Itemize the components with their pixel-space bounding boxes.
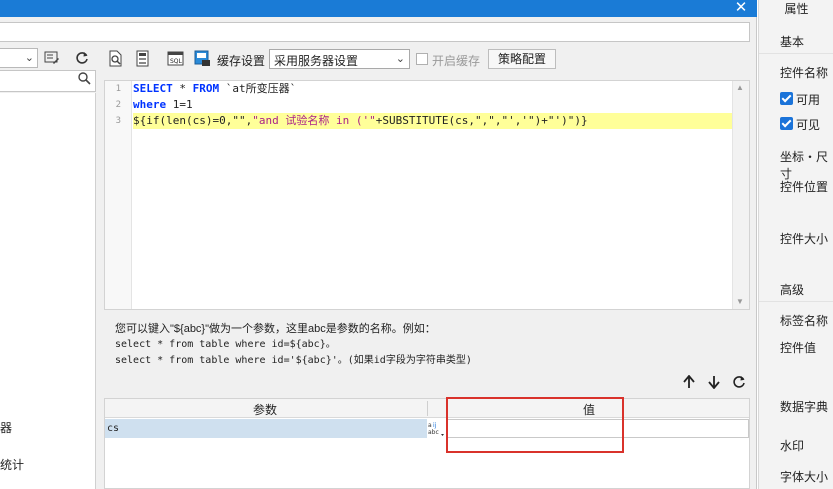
chevron-down-icon: ⌄ [24,52,34,64]
column-header-name: 参数 [253,403,278,417]
chevron-down-icon: ⌄ [395,53,405,65]
sql-editor[interactable]: 1 2 3 SELECT * FROM `at所变压器` where 1=1 $… [104,80,750,310]
preview-icon[interactable] [108,50,126,68]
panel-title: 属性 [759,0,833,19]
size-label: 控件大小 [780,232,829,246]
divider [759,53,833,54]
param-name-cell[interactable]: cs [105,419,427,438]
widget-name-label: 控件名称 [780,66,829,80]
cache-mode-value: 采用服务器设置 [274,54,359,68]
dataset-name-field[interactable] [0,22,750,42]
section-basic: 基本 [780,35,805,49]
parameter-help-text: 您可以键入"${abc}"做为一个参数，这里abc是参数的名称。例如： sele… [115,321,472,369]
string-type-icon[interactable]: a ij abc [427,420,445,438]
strategy-config-button[interactable]: 策略配置 [488,49,556,69]
visible-checkbox[interactable] [780,117,793,130]
close-icon[interactable]: ✕ [731,0,751,17]
move-down-icon[interactable] [706,375,722,391]
line-number: 1 [115,84,121,94]
line-number-gutter: 1 2 3 [105,81,132,309]
help-line: select * from table where id='${abc}'。(如… [115,355,472,366]
code-line-current: ${if(len(cs)=0,"","and 试验名称 in ('"+SUBST… [133,113,733,129]
position-label: 控件位置 [780,180,829,194]
line-number: 3 [115,116,121,126]
datasource-select[interactable]: ⌄ [0,48,38,68]
dataset-dialog: ⌄ 器 统计 SQL 缓存设置 采用服务器设置 ⌄ 开启缓存 策略配置 1 2 … [0,17,757,489]
code-line: SELECT * FROM `at所变压器` [133,82,297,95]
property-panel: 属性 基本 控件名称 可用 可见 坐标・尺寸 控件位置 控件大小 高级 标签名称… [758,0,833,489]
label-name-label: 标签名称 [780,314,829,328]
table-row[interactable]: cs a ij abc [105,419,749,438]
section-coord-size: 坐标・尺寸 [780,150,829,181]
annotation-highlight-box [446,397,624,453]
enable-cache-checkbox[interactable] [416,53,428,65]
dictionary-label: 数据字典 [780,400,829,414]
cache-label: 缓存设置 [217,54,266,68]
sql-icon[interactable]: SQL [167,50,185,68]
parameter-table: 参数 值 cs a ij abc [104,398,750,489]
font-size-label: 字体大小 [780,470,829,484]
editor-scrollbar[interactable]: ▲ ▼ [732,81,749,309]
visible-label: 可见 [796,118,821,132]
move-up-icon[interactable] [681,374,697,391]
enabled-label: 可用 [796,93,821,107]
edit-connection-icon[interactable] [42,48,62,68]
divider [759,301,833,302]
section-advanced: 高级 [780,283,805,297]
svg-text:a: a [428,422,432,429]
widget-value-label: 控件值 [780,341,817,355]
enable-cache-label: 开启缓存 [432,54,481,68]
dialog-titlebar: ✕ [0,0,757,17]
database-icon[interactable] [135,50,153,68]
table-search-input[interactable] [0,70,96,92]
code-line: where 1=1 [133,98,193,111]
help-line: 您可以键入"${abc}"做为一个参数，这里abc是参数的名称。例如： [115,323,436,335]
table-header: 参数 值 [105,399,749,418]
refresh-params-icon[interactable] [731,375,747,391]
list-item[interactable]: 统计 [0,456,24,473]
refresh-icon[interactable] [72,48,92,68]
svg-text:SQL: SQL [170,58,183,65]
scroll-down-icon[interactable]: ▼ [736,297,744,306]
scroll-up-icon[interactable]: ▲ [736,83,744,92]
search-icon [78,72,91,88]
column-divider [427,401,428,416]
svg-text:ij: ij [433,422,437,429]
sql-toolbar: SQL 缓存设置 采用服务器设置 ⌄ 开启缓存 策略配置 [104,48,754,70]
line-number: 2 [115,100,121,110]
cache-mode-select[interactable]: 采用服务器设置 ⌄ [269,49,410,69]
table-list[interactable]: 器 统计 [0,93,96,489]
enabled-checkbox[interactable] [780,92,793,105]
help-line: select * from table where id=${abc}。 [115,339,336,350]
svg-text:abc: abc [428,429,439,436]
cache-settings-icon[interactable] [194,50,212,68]
watermark-label: 水印 [780,439,805,453]
list-item[interactable]: 器 [0,419,12,436]
left-toolbar: ⌄ [0,47,100,69]
